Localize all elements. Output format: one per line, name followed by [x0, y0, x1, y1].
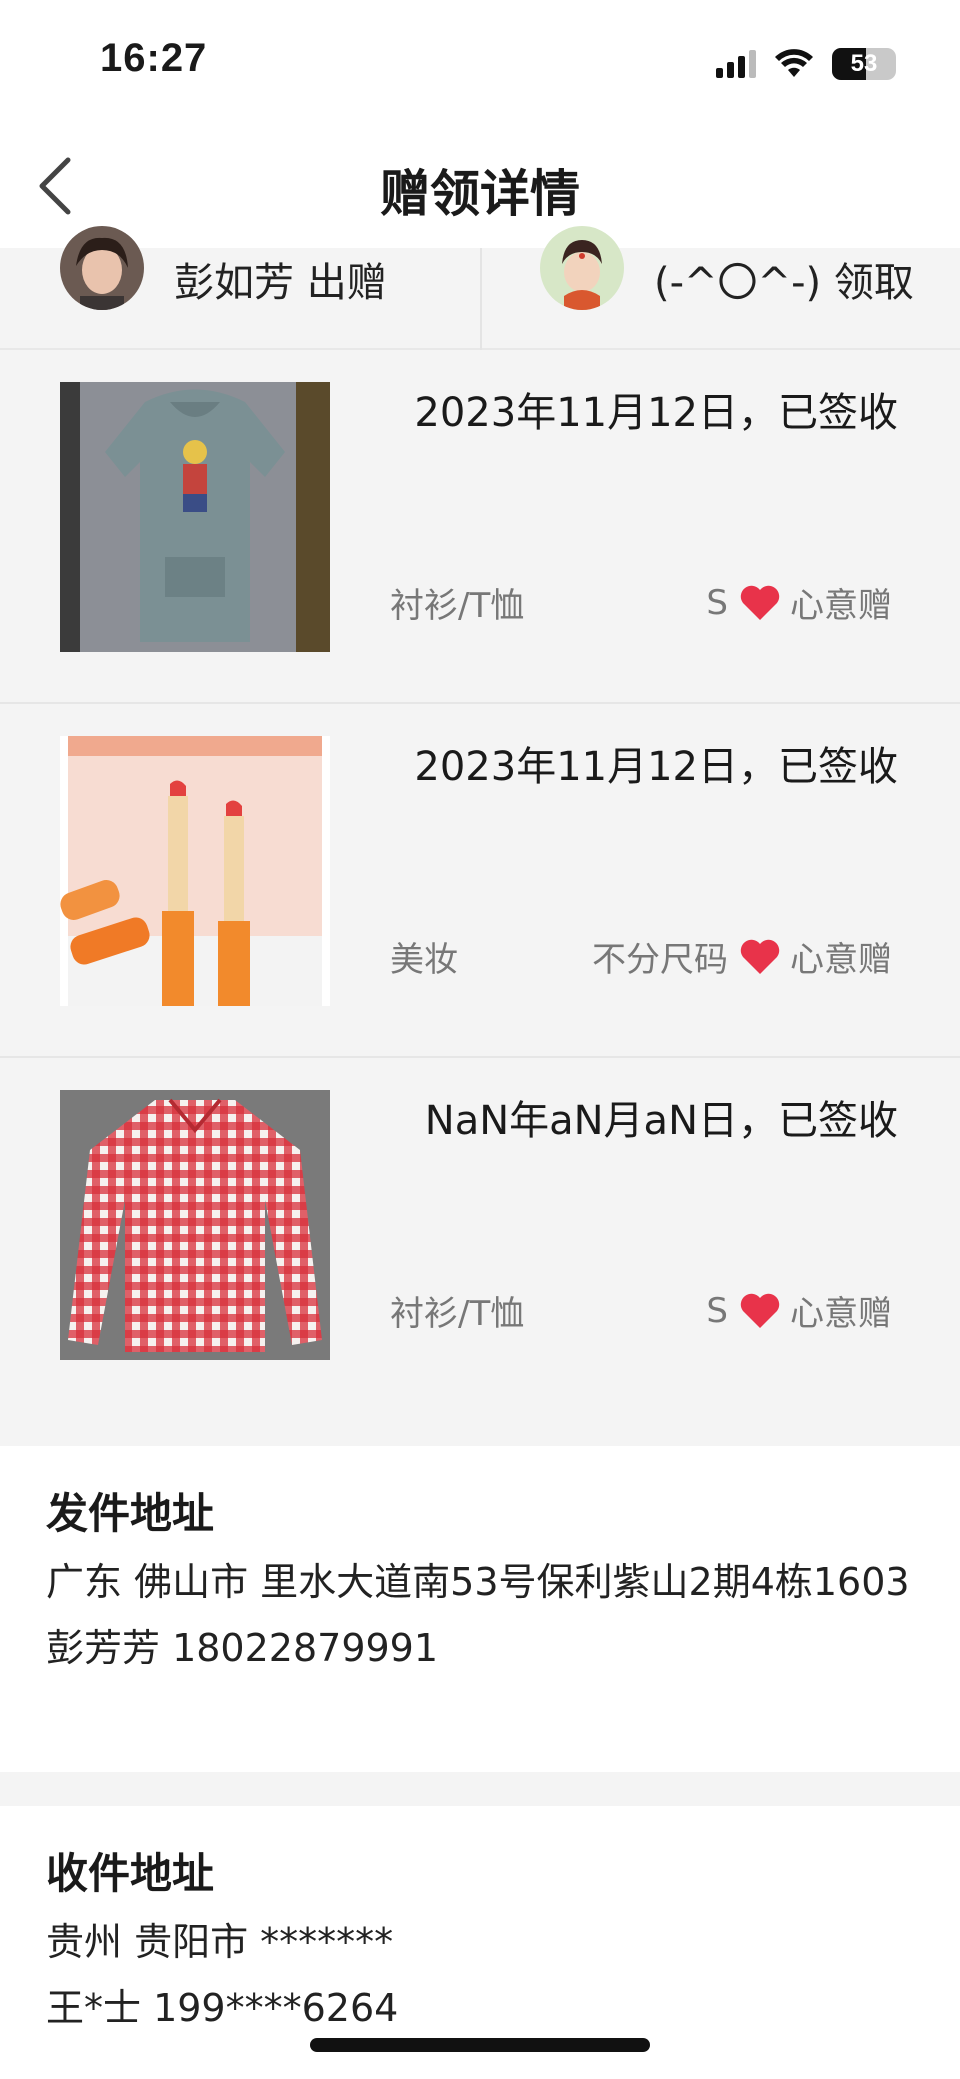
item-image-lipstick[interactable] [60, 736, 330, 1006]
status-time: 16:27 [100, 36, 208, 80]
item-tag: 心意赠 [790, 940, 892, 980]
receiver-contact[interactable]: 王*士 199****6264 [46, 1975, 914, 2041]
receiver-address-title: 收件地址 [46, 1849, 215, 1898]
signal-icon [716, 50, 756, 78]
sender-address[interactable]: 广东 佛山市 里水大道南53号保利紫山2期4栋1603 [46, 1549, 914, 1615]
gift-item[interactable]: 2023年11月12日，已签收 美妆 不分尺码 心意赠 [0, 704, 960, 1058]
parties-divider [480, 248, 482, 350]
item-status-date: 2023年11月12日，已签收 [414, 744, 898, 790]
status-icons: 53 [716, 44, 896, 84]
receiver-name: (-^〇^-) 领取 [654, 260, 914, 306]
item-tag: 心意赠 [790, 1294, 892, 1334]
item-status-date: 2023年11月12日，已签收 [414, 390, 898, 436]
item-tag: 心意赠 [790, 586, 892, 626]
wifi-icon [775, 49, 813, 77]
item-size: S [706, 582, 728, 623]
giver-info[interactable]: 彭如芳 出赠 [60, 226, 387, 310]
item-category: 衬衫/T恤 [390, 586, 525, 626]
item-meta: 不分尺码 心意赠 [592, 932, 892, 981]
item-size: S [706, 1290, 728, 1331]
receiver-address[interactable]: 贵州 贵阳市 ******* [46, 1909, 914, 1975]
heart-icon [740, 585, 780, 620]
item-size: 不分尺码 [592, 940, 728, 980]
sender-address-title: 发件地址 [46, 1489, 215, 1538]
status-bar: 16:27 53 [0, 0, 960, 126]
nav-bar: 赠领详情 [0, 126, 960, 248]
sender-address-section: 发件地址 广东 佛山市 里水大道南53号保利紫山2期4栋1603 彭芳芳 180… [0, 1446, 960, 1772]
item-meta: S 心意赠 [706, 578, 892, 627]
item-meta: S 心意赠 [706, 1286, 892, 1335]
gift-item[interactable]: NaN年aN月aN日，已签收 衬衫/T恤 S 心意赠 [0, 1058, 960, 1446]
receiver-info[interactable]: (-^〇^-) 领取 [540, 226, 914, 310]
heart-icon [740, 1293, 780, 1328]
item-image-hoodie[interactable] [60, 382, 330, 652]
item-category: 美妆 [390, 940, 458, 980]
page-title: 赠领详情 [380, 165, 580, 223]
item-status-date: NaN年aN月aN日，已签收 [424, 1098, 898, 1144]
gift-item[interactable]: 2023年11月12日，已签收 衬衫/T恤 S 心意赠 [0, 350, 960, 704]
battery-level: 53 [850, 50, 878, 77]
giver-avatar [60, 226, 144, 310]
home-indicator[interactable] [310, 2038, 650, 2052]
heart-icon [740, 939, 780, 974]
parties-row: 彭如芳 出赠 (-^〇^-) 领取 [0, 226, 960, 350]
battery-icon: 53 [832, 48, 896, 80]
item-image-plaid-shirt[interactable] [60, 1090, 330, 1360]
sender-contact[interactable]: 彭芳芳 18022879991 [46, 1615, 914, 1681]
giver-name: 彭如芳 出赠 [174, 260, 387, 306]
receiver-avatar [540, 226, 624, 310]
item-category: 衬衫/T恤 [390, 1294, 525, 1334]
